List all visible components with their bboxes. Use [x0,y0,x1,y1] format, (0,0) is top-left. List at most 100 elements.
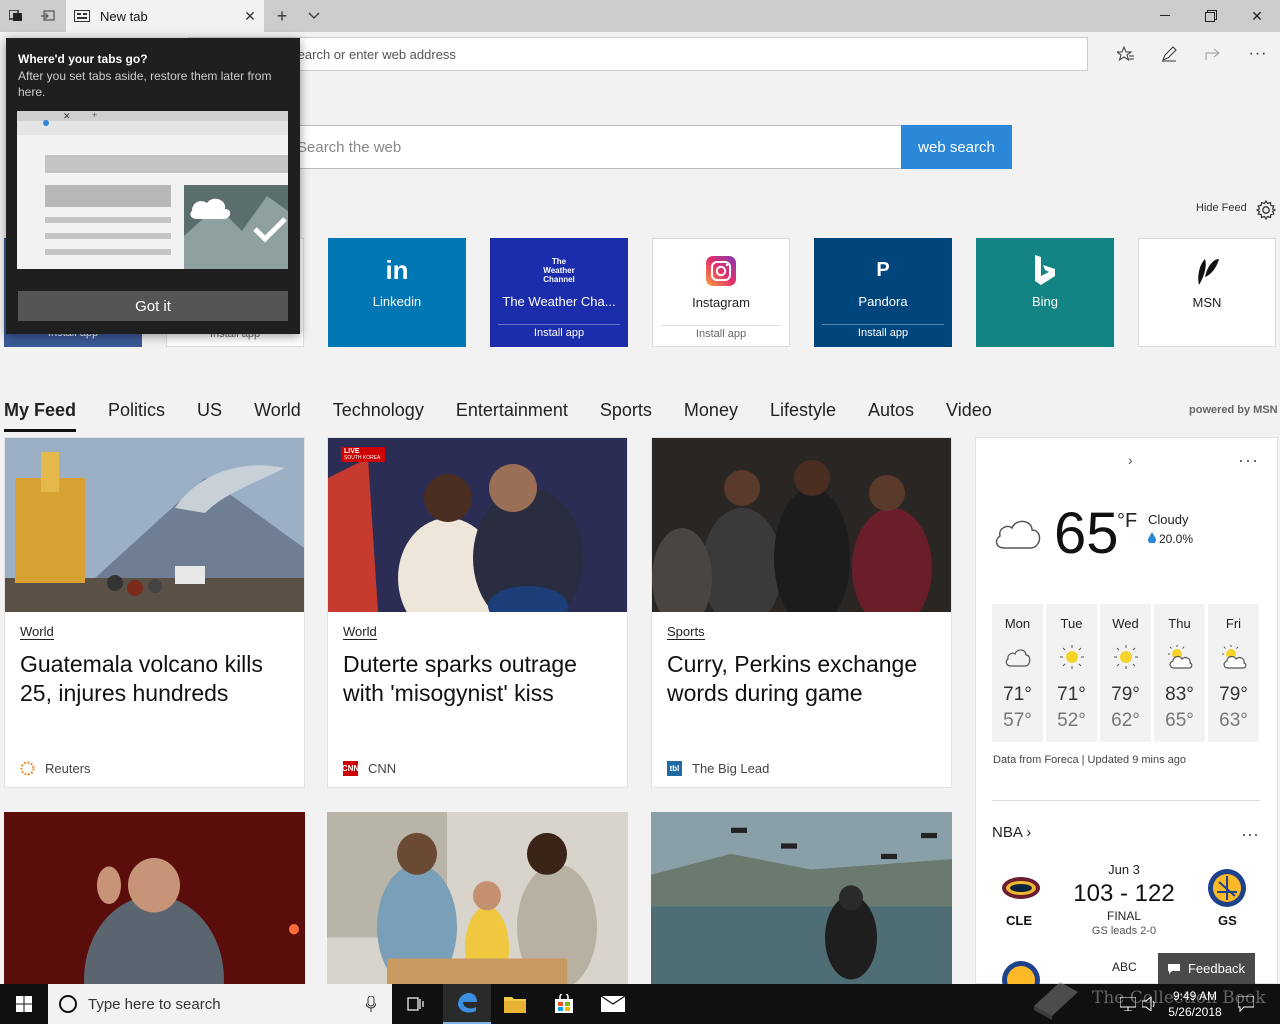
forecast-day[interactable]: Tue 71° 52° [1046,604,1097,742]
card-source-name: The Big Lead [692,761,770,776]
web-search-button[interactable]: web search [901,125,1012,169]
mail-icon[interactable] [589,984,637,1024]
card-source-name: CNN [368,761,397,776]
minimize-icon[interactable] [1142,0,1188,32]
game-status: FINAL [1106,909,1141,923]
forecast-low: 57° [1003,710,1032,731]
cortana-icon [59,995,77,1013]
news-card-volcano[interactable]: World Guatemala volcano kills 25, injure… [4,437,305,788]
web-search-input[interactable]: Search the web [200,125,902,169]
precipitation: 20.0% [1148,532,1193,546]
tab-us[interactable]: US [197,400,222,432]
top-site-tile-weather-channel[interactable]: The Weather Channel The Weather Cha... I… [490,238,628,347]
news-card-curry[interactable]: Sports Curry, Perkins exchange words dur… [651,437,952,788]
game-score[interactable]: 103 - 122 [1068,880,1180,908]
tile-install-label[interactable]: Install app [661,325,781,340]
partly-cloudy-icon [1222,645,1247,669]
tab-autos[interactable]: Autos [868,400,914,432]
task-view-icon[interactable] [392,984,440,1024]
new-tab-plus-icon[interactable]: + [266,0,298,32]
card-category[interactable]: World [20,624,54,640]
card-category[interactable]: Sports [667,624,705,640]
live-badge: LIVE SOUTH KOREA [341,447,385,462]
set-tabs-aside-icon[interactable] [32,0,64,32]
tile-install-label[interactable]: Install app [822,324,944,339]
tabs-aside-icon[interactable] [0,0,32,32]
news-card-duterte[interactable]: LIVE SOUTH KOREA World Duterte sparks ou… [327,437,628,788]
web-note-pen-icon[interactable] [1153,38,1185,70]
news-card-stewart-photo[interactable] [4,812,305,992]
tab-world[interactable]: World [254,400,301,432]
series-note: GS leads 2-0 [1091,925,1157,937]
taskbar-search-input[interactable]: Type here to search [48,984,392,1024]
tab-sports[interactable]: Sports [600,400,652,432]
windows-start-icon[interactable] [0,984,48,1024]
tile-label: Pandora [858,294,908,309]
news-card-family-photo[interactable] [327,812,628,992]
cavaliers-logo-icon [1002,877,1040,899]
top-site-tile-bing[interactable]: Bing [976,238,1114,347]
next-location-chevron-icon[interactable]: › [1128,452,1133,468]
share-icon[interactable] [1197,38,1229,70]
tab-preview-chevron-icon[interactable] [298,0,330,32]
tile-install-label[interactable]: Install app [498,324,620,339]
forecast-day[interactable]: Thu 83° 65° [1154,604,1205,742]
forecast-day[interactable]: Fri 79° 63° [1208,604,1259,742]
top-site-tile-msn[interactable]: MSN [1138,238,1276,347]
tab-entertainment[interactable]: Entertainment [456,400,568,432]
forecast-day[interactable]: Mon 71° 57° [992,604,1043,742]
edge-browser-icon[interactable] [443,984,491,1024]
home-team-abbr: CLE [1006,913,1032,928]
tile-label: The Weather Cha... [502,294,616,309]
tab-close-icon[interactable]: ✕ [236,8,264,25]
more-options-icon[interactable]: ··· [1242,38,1274,70]
top-site-tile-linkedin[interactable]: in Linkedin [328,238,466,347]
feedback-label: Feedback [1187,961,1246,976]
temperature-unit[interactable]: °F [1117,510,1137,533]
card-title[interactable]: Curry, Perkins exchange words during gam… [667,650,939,708]
basketball-photo [652,438,951,612]
tab-money[interactable]: Money [684,400,738,432]
precipitation-value: 20.0% [1159,532,1194,546]
nba-link[interactable]: NBA › [992,824,1031,841]
top-site-tile-instagram[interactable]: Instagram Install app [652,238,790,347]
card-category[interactable]: World [343,624,377,640]
forecast-day-name: Thu [1168,616,1191,631]
hide-feed-link[interactable]: Hide Feed [1196,202,1247,214]
card-source: CNN CNN [342,761,397,776]
tab-lifestyle[interactable]: Lifestyle [770,400,836,432]
file-explorer-icon[interactable] [491,984,539,1024]
top-site-tile-pandora[interactable]: P Pandora Install app [814,238,952,347]
tab-technology[interactable]: Technology [333,400,424,432]
forecast-day[interactable]: Wed 79° 62° [1100,604,1151,742]
gear-icon[interactable] [1256,200,1276,220]
weather-more-icon[interactable]: ··· [1238,450,1259,471]
forecast-day-name: Mon [1004,616,1031,631]
microphone-icon[interactable] [366,996,376,1012]
taskbar-search-placeholder: Type here to search [88,995,221,1013]
weather-credit: Data from Foreca | Updated 9 mins ago [993,754,1187,766]
restore-icon[interactable] [1188,0,1234,32]
close-window-icon[interactable]: ✕ [1234,0,1280,32]
news-card-drones-photo[interactable] [651,812,952,992]
watermark-text: The Collection Book [1092,988,1266,1008]
feed-nav: My Feed Politics US World Technology Ent… [4,400,1024,432]
live-badge-region: SOUTH KOREA [344,455,381,461]
card-title[interactable]: Duterte sparks outrage with 'misogynist'… [343,650,615,708]
weather-channel-icon: The Weather Channel [543,256,575,284]
address-input[interactable]: Search or enter web address [188,37,1088,71]
tab-new-tab[interactable]: New tab ✕ [66,0,264,32]
tab-video[interactable]: Video [946,400,992,432]
card-title[interactable]: Guatemala volcano kills 25, injures hund… [20,650,292,708]
store-icon[interactable] [540,984,588,1024]
got-it-button[interactable]: Got it [18,291,288,321]
tab-politics[interactable]: Politics [108,400,165,432]
feedback-button[interactable]: Feedback [1158,953,1255,984]
tile-label: Instagram [692,295,750,310]
favorites-hub-icon[interactable] [1110,38,1142,70]
forecast-day-name: Tue [1060,616,1083,631]
nba-more-icon[interactable]: ··· [1241,824,1259,845]
game-date: Jun 3 [1108,862,1140,877]
away-team-abbr: GS [1218,913,1237,928]
tab-my-feed[interactable]: My Feed [4,400,77,432]
